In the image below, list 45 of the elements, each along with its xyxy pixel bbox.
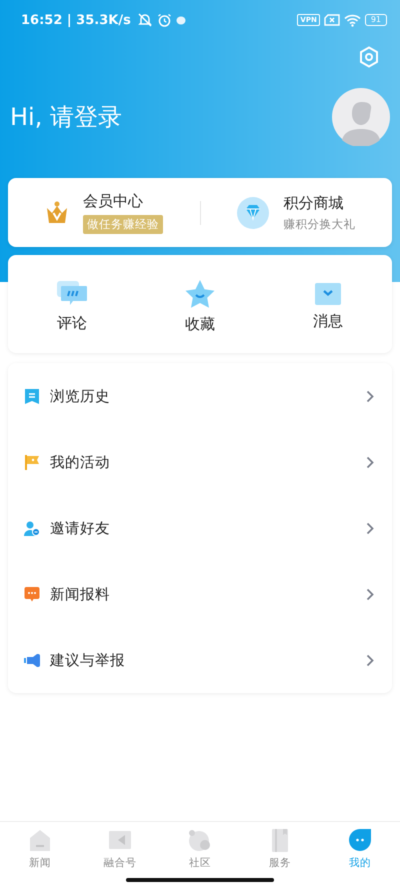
chevron-right-icon — [366, 654, 374, 666]
shortcut-label[interactable]: 消息 — [313, 312, 343, 330]
nav-tab[interactable]: 新闻 — [0, 822, 80, 874]
star-icon — [184, 278, 216, 308]
crown-icon — [44, 200, 69, 224]
menu-label: 新闻报料 — [50, 586, 111, 604]
feature-title[interactable]: 积分商城 — [283, 194, 356, 212]
alarm-icon — [156, 12, 172, 28]
feature-title[interactable]: 会员中心 — [82, 192, 163, 210]
menu-item[interactable]: 邀请好友 — [8, 495, 392, 561]
menu-label: 浏览历史 — [50, 388, 111, 406]
nav-tab[interactable]: 融合号 — [80, 822, 160, 874]
nav-tab[interactable]: 服务 — [240, 822, 320, 874]
status-time: 16:52 | 35.3K/s — [21, 12, 131, 28]
avatar-icon[interactable] — [332, 88, 390, 146]
feature-subtitle: 赚积分换大礼 — [283, 216, 356, 232]
menu-item[interactable]: 新闻报料 — [8, 561, 392, 627]
notification-icon — [176, 16, 186, 24]
envelope-icon — [314, 282, 342, 306]
megaphone-icon — [24, 654, 40, 666]
menu-item[interactable]: 我的活动 — [8, 429, 392, 495]
menu-item[interactable]: 建议与举报 — [8, 627, 392, 693]
menu-item[interactable]: 浏览历史 — [8, 363, 392, 429]
flag-icon — [24, 454, 40, 470]
menu-label: 邀请好友 — [50, 520, 111, 538]
sim-card-icon — [324, 14, 340, 26]
add-user-icon — [24, 520, 40, 536]
shortcut-label[interactable]: 评论 — [57, 314, 87, 332]
wifi-icon — [344, 14, 361, 26]
bookmark-list-icon — [24, 388, 40, 404]
settings-icon[interactable] — [359, 46, 379, 68]
chevron-right-icon — [366, 522, 374, 534]
shortcut-label[interactable]: 收藏 — [185, 314, 215, 334]
chevron-right-icon — [366, 588, 374, 600]
chat-drop-icon — [346, 826, 374, 854]
task-tag: 做任务赚经验 — [82, 214, 163, 234]
menu-label: 建议与举报 — [50, 652, 126, 670]
muted-bell-icon — [136, 13, 153, 27]
battery-level: 91 — [364, 14, 387, 26]
message-bubble-icon — [24, 586, 40, 602]
nav-tab[interactable]: 社区 — [160, 822, 240, 874]
menu-label: 我的活动 — [50, 454, 111, 472]
chevron-right-icon — [366, 456, 374, 468]
chevron-right-icon — [366, 390, 374, 402]
chat-bubbles-icon — [56, 280, 88, 308]
